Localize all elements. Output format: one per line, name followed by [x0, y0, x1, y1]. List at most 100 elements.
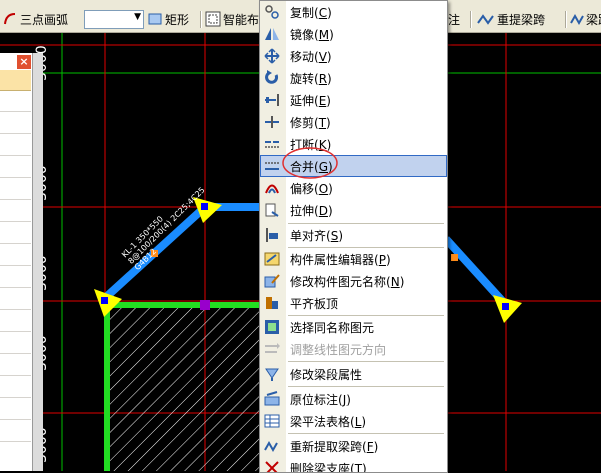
table-icon [264, 414, 280, 428]
rotate-icon [265, 70, 279, 84]
rectangle-icon [148, 13, 162, 25]
menu-item-label: 拉伸(D) [290, 204, 333, 218]
panel-row-divider [0, 199, 31, 200]
menu-item-label: 修改梁段属性 [290, 368, 363, 382]
menu-item-label: 梁平法表格(L) [290, 415, 367, 429]
menu-item-adjust-direction: 调整线性图元方向 [260, 338, 447, 360]
break-icon [265, 141, 279, 148]
highlight-circle [282, 147, 338, 179]
panel-row-divider [0, 375, 31, 376]
smart-layout-icon [205, 11, 221, 27]
beam-span-button[interactable]: 梁跨 [570, 10, 601, 28]
panel-scrollbar[interactable] [32, 53, 43, 471]
panel-row-divider [0, 397, 31, 398]
arc-tool-button[interactable]: 三点画弧 [2, 10, 68, 28]
menu-item-label: 偏移(O) [290, 182, 333, 196]
menu-item-label: 调整线性图元方向 [290, 343, 387, 357]
menu-item-label: 修改构件图元名称(N) [290, 275, 405, 289]
beam-annotation[interactable]: KL-1 350*550 8@100/200(4) 2C25;4C25 G4B1… [120, 185, 250, 272]
menu-item-label: 重新提取梁跨(F) [290, 440, 379, 454]
rect-tool-button[interactable]: 矩形 [148, 10, 189, 28]
endpoint-grip[interactable] [101, 297, 108, 304]
menu-item-flush-slab-top[interactable]: 平齐板顶 [260, 292, 447, 314]
re-extract-icon [264, 440, 278, 453]
beam-blue-selected[interactable] [443, 236, 509, 308]
property-panel [0, 53, 33, 471]
arc-icon [4, 13, 16, 25]
menu-item-move[interactable]: 移动(V) [260, 45, 447, 67]
menu-item-label: 修剪(T) [290, 116, 331, 130]
smart-layout-button[interactable]: 智能布 [205, 10, 259, 28]
panel-row-divider [0, 133, 31, 134]
menu-item-property-editor[interactable]: 构件属性编辑器(P) [260, 248, 447, 270]
re-extract-span-label: 重提梁跨 [497, 12, 546, 27]
midpoint-grip[interactable] [451, 254, 458, 261]
menu-item-label: 构件属性编辑器(P) [290, 253, 391, 267]
stretch-icon [265, 203, 279, 217]
menu-item-copy[interactable]: 复制(C) [260, 1, 447, 23]
panel-row-divider [0, 177, 31, 178]
align-icon [266, 228, 278, 242]
rename-icon [264, 274, 280, 288]
panel-row-divider [0, 265, 31, 266]
panel-row-divider [0, 111, 31, 112]
panel-row-divider [0, 353, 31, 354]
menu-item-label: 原位标注(J) [290, 393, 351, 407]
smart-layout-label: 智能布 [223, 12, 260, 27]
panel-row-divider [0, 243, 31, 244]
menu-item-label: 复制(C) [290, 6, 332, 20]
context-menu: 复制(C) 镜像(M) 移动(V) 旋转(R) 延伸(E) 修剪(T) 打断(K… [259, 0, 448, 473]
panel-row-divider [0, 221, 31, 222]
rect-tool-label: 矩形 [165, 12, 190, 27]
menu-item-label: 单对齐(S) [290, 229, 344, 243]
menu-item-rename-element[interactable]: 修改构件图元名称(N) [260, 270, 447, 292]
panel-row-divider [0, 287, 31, 288]
property-editor-icon [264, 252, 280, 266]
copy-icon [265, 5, 279, 19]
menu-item-label: 删除梁支座(T) [290, 462, 367, 473]
panel-row-divider [0, 309, 31, 310]
annotation-icon [264, 391, 280, 406]
arc-mode-dropdown[interactable]: ▼ [84, 10, 144, 29]
delete-support-icon [265, 461, 279, 472]
arc-tool-label: 三点画弧 [20, 12, 69, 27]
beam-span-label: 梁跨 [586, 12, 601, 27]
close-icon[interactable]: × [16, 54, 32, 70]
merge-icon [265, 162, 279, 170]
chevron-down-icon: ▼ [134, 12, 141, 22]
menu-item-extend[interactable]: 延伸(E) [260, 89, 447, 111]
menu-item-stretch[interactable]: 拉伸(D) [260, 199, 447, 221]
menu-item-label: 旋转(R) [290, 72, 332, 86]
menu-separator [288, 433, 444, 434]
toolbar-separator [200, 11, 202, 28]
panel-row-divider [0, 155, 31, 156]
extend-icon [265, 94, 279, 106]
slab-hatch [105, 303, 260, 471]
beam-grip[interactable] [200, 300, 210, 310]
menu-item-single-align[interactable]: 单对齐(S) [260, 224, 447, 246]
annotate-partial-button[interactable]: 注 [448, 10, 460, 28]
offset-icon [265, 184, 279, 194]
menu-item-edit-segment[interactable]: 修改梁段属性 [260, 363, 447, 385]
flush-slab-icon [266, 297, 278, 309]
menu-item-beam-table[interactable]: 梁平法表格(L) [260, 410, 447, 432]
menu-item-label: 移动(V) [290, 50, 332, 64]
beam-span-icon [477, 14, 494, 25]
menu-item-label: 镜像(M) [290, 28, 334, 42]
menu-item-rotate[interactable]: 旋转(R) [260, 67, 447, 89]
menu-item-trim[interactable]: 修剪(T) [260, 111, 447, 133]
menu-separator [288, 386, 444, 387]
menu-item-in-place-annotation[interactable]: 原位标注(J) [260, 388, 447, 410]
adjust-direction-icon [265, 343, 280, 353]
re-extract-span-button[interactable]: 重提梁跨 [477, 10, 545, 28]
beam-icon [570, 13, 584, 26]
mirror-icon [265, 28, 279, 40]
menu-item-label: 选择同名称图元 [290, 321, 375, 335]
select-same-icon [265, 320, 279, 334]
endpoint-grip[interactable] [502, 303, 509, 310]
menu-item-label: 平齐板顶 [290, 297, 339, 311]
panel-row-divider [0, 441, 31, 442]
menu-item-re-extract-span[interactable]: 重新提取梁跨(F) [260, 435, 447, 457]
menu-item-select-same-name[interactable]: 选择同名称图元 [260, 316, 447, 338]
menu-item-mirror[interactable]: 镜像(M) [260, 23, 447, 45]
